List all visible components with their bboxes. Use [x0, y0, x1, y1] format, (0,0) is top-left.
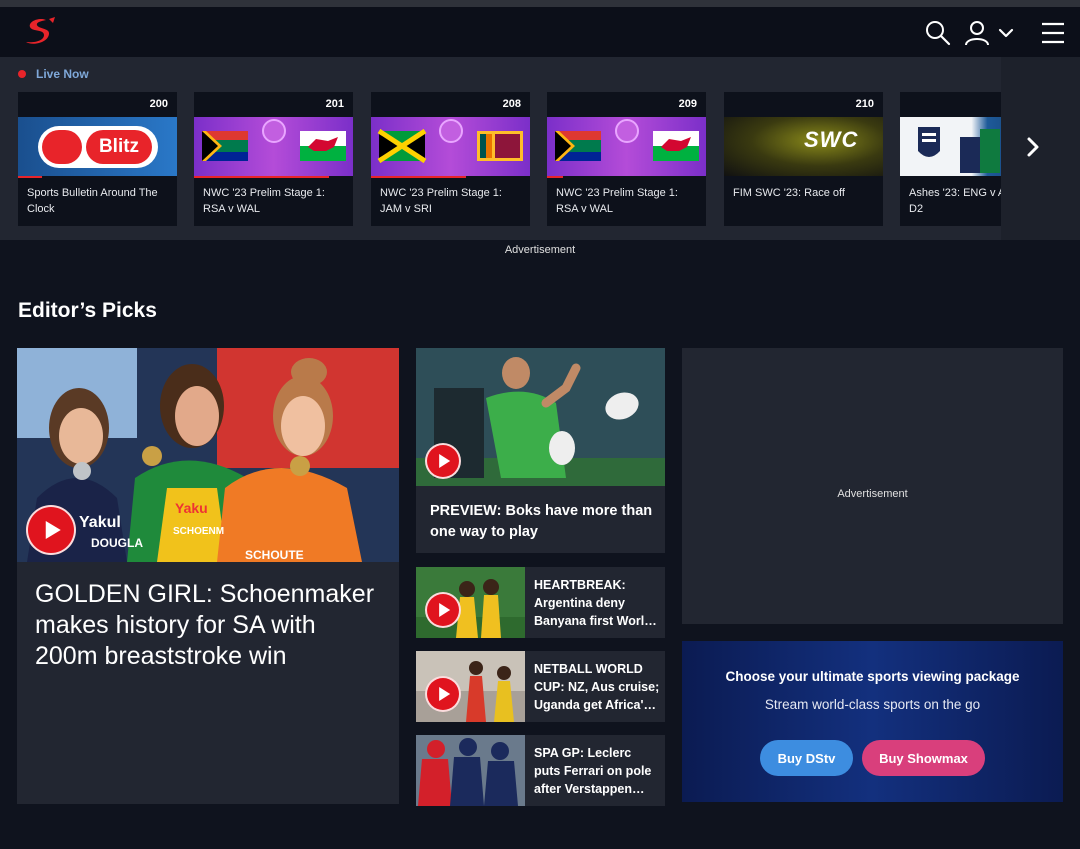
live-progress-bar [18, 176, 42, 178]
channel-number: 209 [678, 98, 697, 110]
live-card-200[interactable]: 200 Blitz Sports Bulletin Around The Clo… [18, 92, 177, 226]
small-article-card-netball[interactable]: NETBALL WORLD CUP: NZ, Aus cruise; Ugand… [416, 651, 665, 722]
supersport-blitz-logo: Blitz [38, 126, 158, 168]
top-strip [0, 0, 1080, 7]
channel-number: 210 [855, 98, 874, 110]
preview-article-card[interactable]: PREVIEW: Boks have more than one way to … [416, 348, 665, 553]
card-thumbnail [547, 117, 706, 176]
card-thumbnail [194, 117, 353, 176]
small-article-title[interactable]: SPA GP: Leclerc puts Ferrari on pole aft… [534, 744, 660, 798]
small-article-title[interactable]: HEARTBREAK: Argentina deny Banyana first… [534, 576, 660, 630]
hero-article-title[interactable]: GOLDEN GIRL: Schoenmaker makes history f… [35, 579, 385, 672]
card-thumbnail: Blitz [18, 117, 177, 176]
buy-showmax-button[interactable]: Buy Showmax [862, 740, 985, 776]
jersey-text-douglas: DOUGLA [91, 536, 143, 550]
card-title: Sports Bulletin Around The Clock [27, 187, 158, 215]
card-thumbnail: SWC [724, 117, 883, 176]
play-icon[interactable] [425, 592, 461, 628]
ecb-crest-icon [918, 127, 940, 157]
small-article-image [416, 735, 525, 806]
hero-article-card[interactable]: Yakul DOUGLA Yaku SCHOENM SCHOUTE GOLDEN… [17, 348, 399, 804]
preview-article-title[interactable]: PREVIEW: Boks have more than one way to … [430, 501, 658, 543]
play-icon[interactable] [425, 676, 461, 712]
jersey-text-schoenmaker: SCHOENM [173, 526, 225, 537]
jersey-text-yaku: Yaku [175, 500, 208, 516]
sri-lanka-flag-icon [477, 131, 523, 161]
live-indicator-icon [18, 70, 26, 78]
menu-icon[interactable] [1039, 19, 1067, 47]
live-progress-bar [194, 176, 330, 178]
advertisement-box[interactable]: Advertisement [682, 348, 1063, 624]
jamaica-flag-icon [377, 128, 427, 164]
jersey-text-schouten: SCHOUTE [245, 548, 304, 562]
preview-article-image [416, 348, 665, 486]
search-icon[interactable] [924, 19, 952, 47]
play-icon[interactable] [425, 443, 461, 479]
card-title: NWC '23 Prelim Stage 1: RSA v WAL [203, 187, 325, 215]
jersey-text-yakul: Yakul [79, 514, 121, 531]
user-icon[interactable] [963, 19, 991, 47]
live-card-208[interactable]: 208 NWC '23 Prelim Stage 1: JAM v SRI [371, 92, 530, 226]
hero-image: Yakul DOUGLA Yaku SCHOENM SCHOUTE [17, 348, 399, 562]
editors-picks-title: Editor’s Picks [18, 299, 157, 322]
subscription-promo: Choose your ultimate sports viewing pack… [682, 641, 1063, 802]
card-thumbnail [900, 117, 1001, 176]
small-article-title[interactable]: NETBALL WORLD CUP: NZ, Aus cruise; Ugand… [534, 660, 660, 714]
wales-flag-icon [653, 131, 699, 161]
live-now-text: Live Now [36, 67, 89, 81]
channel-number: 200 [149, 98, 168, 110]
advertisement-label: Advertisement [504, 244, 576, 256]
card-title: NWC '23 Prelim Stage 1: JAM v SRI [380, 187, 502, 215]
swc-wordmark: SWC [804, 127, 859, 152]
advertisement-label: Advertisement [837, 488, 908, 500]
south-africa-flag-icon [202, 131, 248, 161]
live-progress-bar [371, 176, 467, 178]
live-card-210[interactable]: 210 SWC FIM SWC '23: Race off [724, 92, 883, 226]
card-title: Ashes '23: ENG v AUS Test D2 [909, 187, 1001, 215]
live-now-section: Live Now 200 Blitz Sports Bulletin Aroun… [0, 57, 1080, 240]
small-article-image [416, 567, 525, 638]
south-africa-flag-icon [555, 131, 601, 161]
supersport-logo[interactable] [22, 15, 58, 49]
live-card-201[interactable]: 201 NWC '23 Prelim Stage 1: RSA v WAL [194, 92, 353, 226]
live-card-209[interactable]: 209 NWC '23 Prelim Stage 1: RSA v WAL [547, 92, 706, 226]
live-now-label: Live Now [18, 67, 89, 81]
channel-number: 208 [502, 98, 521, 110]
small-article-card-spa-gp[interactable]: SPA GP: Leclerc puts Ferrari on pole aft… [416, 735, 665, 806]
site-header [0, 7, 1080, 57]
blitz-wordmark: Blitz [86, 130, 152, 164]
live-card-ashes[interactable]: Ashes '23: ENG v AUS Test D2 [900, 92, 1001, 226]
small-article-image [416, 651, 525, 722]
wales-flag-icon [300, 131, 346, 161]
promo-heading: Choose your ultimate sports viewing pack… [725, 669, 1020, 684]
card-thumbnail [371, 117, 530, 176]
small-article-card-heartbreak[interactable]: HEARTBREAK: Argentina deny Banyana first… [416, 567, 665, 638]
channel-number: 201 [325, 98, 344, 110]
promo-subheading: Stream world-class sports on the go [764, 697, 981, 712]
chevron-down-icon[interactable] [996, 19, 1016, 47]
live-progress-bar [547, 176, 563, 178]
buy-dstv-button[interactable]: Buy DStv [760, 740, 853, 776]
chevron-right-icon[interactable] [1020, 135, 1044, 159]
card-title: FIM SWC '23: Race off [733, 187, 845, 199]
play-icon[interactable] [26, 505, 76, 555]
live-channel-rail[interactable]: 200 Blitz Sports Bulletin Around The Clo… [18, 92, 1001, 226]
card-title: NWC '23 Prelim Stage 1: RSA v WAL [556, 187, 678, 215]
